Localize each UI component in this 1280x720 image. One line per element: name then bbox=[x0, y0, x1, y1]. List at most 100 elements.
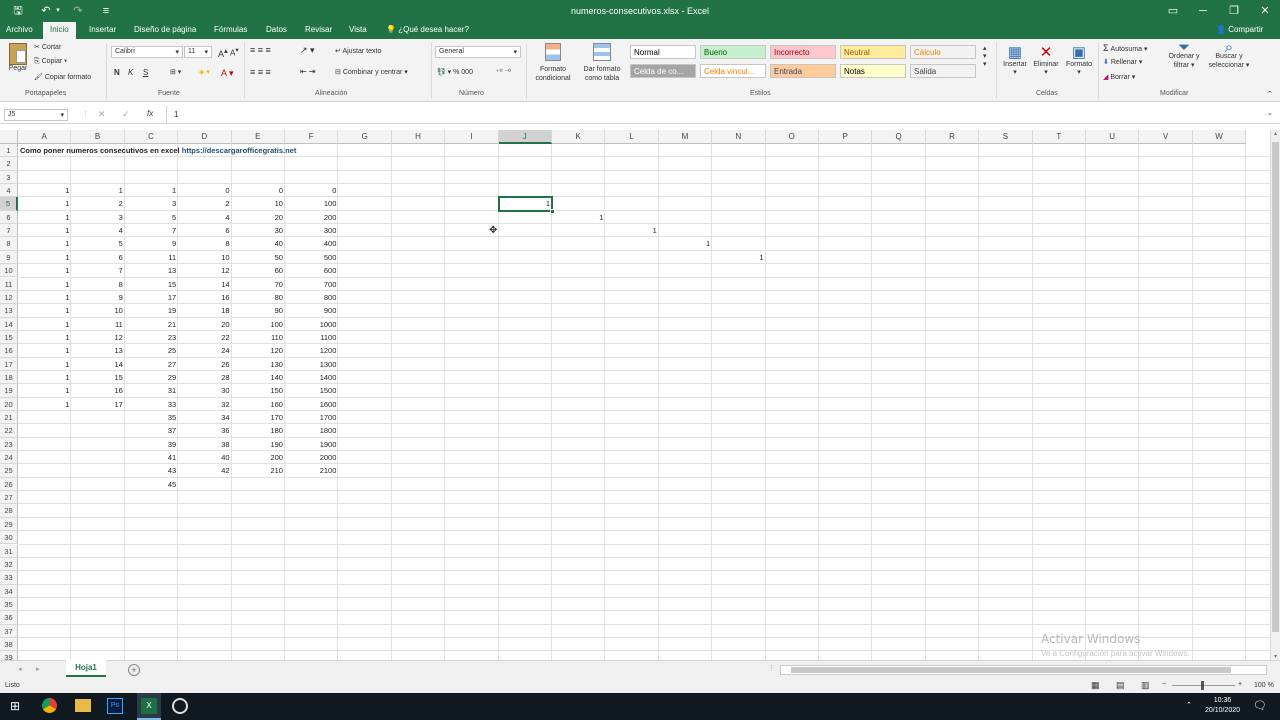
vertical-scrollbar[interactable]: ▴ ▾ bbox=[1270, 130, 1280, 660]
row-header-19[interactable]: 19 bbox=[0, 384, 18, 398]
column-header-e[interactable]: E bbox=[231, 130, 285, 144]
link-text[interactable]: https://descargarofficegratis.net bbox=[182, 146, 297, 155]
column-header-c[interactable]: C bbox=[124, 130, 179, 144]
cell-a4[interactable]: 1 bbox=[18, 184, 71, 197]
row-header-11[interactable]: 11 bbox=[0, 277, 18, 291]
share-button[interactable]: 👤 Compartir bbox=[1216, 25, 1263, 34]
excel-taskbar-button[interactable]: X bbox=[137, 693, 161, 720]
cell-style-7[interactable]: Entrada bbox=[770, 64, 836, 78]
cell-f7[interactable]: 300 bbox=[285, 224, 338, 237]
cell-c11[interactable]: 15 bbox=[125, 278, 178, 291]
column-header-l[interactable]: L bbox=[605, 130, 659, 144]
gallery-scroll-icon[interactable]: ▴ ▾ ▾ bbox=[983, 44, 987, 68]
page-break-icon[interactable]: ▥ bbox=[1141, 680, 1150, 691]
cell-e20[interactable]: 160 bbox=[232, 398, 285, 411]
cell-k6[interactable]: 1 bbox=[552, 211, 605, 224]
cell-e7[interactable]: 30 bbox=[232, 224, 285, 237]
row-header-14[interactable]: 14 bbox=[0, 317, 18, 331]
cell-f13[interactable]: 900 bbox=[285, 304, 338, 317]
prev-sheet-icon[interactable]: ◂ bbox=[18, 665, 22, 673]
row-header-9[interactable]: 9 bbox=[0, 250, 18, 265]
cell-style-1[interactable]: Bueno bbox=[700, 45, 766, 59]
column-header-s[interactable]: S bbox=[979, 130, 1033, 144]
column-header-p[interactable]: P bbox=[819, 130, 873, 144]
row-header-20[interactable]: 20 bbox=[0, 397, 18, 411]
row-header-7[interactable]: 7 bbox=[0, 224, 18, 238]
column-header-r[interactable]: R bbox=[925, 130, 980, 144]
cell-d23[interactable]: 38 bbox=[178, 438, 231, 451]
row-header-36[interactable]: 36 bbox=[0, 611, 18, 625]
h-scroll-thumb[interactable] bbox=[791, 667, 1231, 673]
cell-a15[interactable]: 1 bbox=[18, 331, 71, 344]
cell-d8[interactable]: 8 bbox=[178, 237, 231, 250]
select-all-button[interactable] bbox=[0, 130, 18, 144]
cell-c8[interactable]: 9 bbox=[125, 237, 178, 250]
cell-c18[interactable]: 29 bbox=[125, 371, 178, 384]
cell-f8[interactable]: 400 bbox=[285, 237, 338, 250]
row-header-3[interactable]: 3 bbox=[0, 170, 18, 185]
column-header-d[interactable]: D bbox=[178, 130, 232, 144]
cell-a19[interactable]: 1 bbox=[18, 384, 71, 397]
cell-b18[interactable]: 15 bbox=[71, 371, 124, 384]
cell-f19[interactable]: 1500 bbox=[285, 384, 338, 397]
cell-d7[interactable]: 6 bbox=[178, 224, 231, 237]
row-header-22[interactable]: 22 bbox=[0, 424, 18, 438]
cell-d14[interactable]: 20 bbox=[178, 318, 231, 331]
find-select-button[interactable]: ⌕ Buscar y seleccionar ▾ bbox=[1206, 40, 1252, 70]
row-header-6[interactable]: 6 bbox=[0, 210, 18, 225]
zoom-level[interactable]: 100 % bbox=[1254, 682, 1274, 689]
cell-c13[interactable]: 19 bbox=[125, 304, 178, 317]
cell-c16[interactable]: 25 bbox=[125, 344, 178, 357]
borders-icon[interactable]: ⊞ ▾ bbox=[170, 68, 181, 76]
row-header-26[interactable]: 26 bbox=[0, 477, 18, 492]
cell-d15[interactable]: 22 bbox=[178, 331, 231, 344]
cell-e6[interactable]: 20 bbox=[232, 211, 285, 224]
tell-me-search[interactable]: 💡 ¿Qué desea hacer? bbox=[386, 25, 469, 34]
italic-button[interactable]: K bbox=[128, 68, 133, 77]
photoshop-icon[interactable]: Ps bbox=[107, 698, 123, 714]
column-header-w[interactable]: W bbox=[1192, 130, 1247, 144]
orientation-icon[interactable]: ↗ ▾ bbox=[300, 45, 315, 56]
cell-f25[interactable]: 2100 bbox=[285, 464, 338, 477]
column-header-g[interactable]: G bbox=[338, 130, 392, 144]
autosum-button[interactable]: Σ Autosuma ▾ bbox=[1103, 43, 1148, 53]
cell-a5[interactable]: 1 bbox=[18, 197, 71, 210]
cell-e22[interactable]: 180 bbox=[232, 424, 285, 437]
cell-e14[interactable]: 100 bbox=[232, 318, 285, 331]
insert-cells-button[interactable]: ▦ Insertar ▾ bbox=[1000, 43, 1030, 76]
cell-e13[interactable]: 90 bbox=[232, 304, 285, 317]
cell-b4[interactable]: 1 bbox=[71, 184, 124, 197]
tab-formulas[interactable]: Fórmulas bbox=[214, 25, 247, 34]
column-header-v[interactable]: V bbox=[1139, 130, 1193, 144]
formula-input[interactable]: 1 bbox=[174, 110, 178, 119]
cell-a14[interactable]: 1 bbox=[18, 318, 71, 331]
cell-d6[interactable]: 4 bbox=[178, 211, 231, 224]
cell-b5[interactable]: 2 bbox=[71, 197, 124, 210]
row-header-28[interactable]: 28 bbox=[0, 504, 18, 518]
column-header-q[interactable]: Q bbox=[872, 130, 926, 144]
cell-d25[interactable]: 42 bbox=[178, 464, 231, 477]
column-header-m[interactable]: M bbox=[658, 130, 713, 144]
fill-color-icon[interactable]: ◈ ▾ bbox=[199, 68, 210, 76]
cell-e19[interactable]: 150 bbox=[232, 384, 285, 397]
cell-d22[interactable]: 36 bbox=[178, 424, 231, 437]
cell-b16[interactable]: 13 bbox=[71, 344, 124, 357]
row-header-12[interactable]: 12 bbox=[0, 290, 18, 305]
chrome-icon[interactable] bbox=[42, 698, 57, 713]
number-format-select[interactable]: General ▾ bbox=[435, 46, 521, 58]
row-header-21[interactable]: 21 bbox=[0, 411, 18, 425]
insert-function-icon[interactable]: fx bbox=[147, 109, 153, 118]
cell-d12[interactable]: 16 bbox=[178, 291, 231, 304]
enter-icon[interactable]: ✓ bbox=[122, 109, 130, 120]
row-header-38[interactable]: 38 bbox=[0, 637, 18, 652]
cell-a10[interactable]: 1 bbox=[18, 264, 71, 277]
cell-f15[interactable]: 1100 bbox=[285, 331, 338, 344]
row-header-15[interactable]: 15 bbox=[0, 330, 18, 345]
scroll-thumb[interactable] bbox=[1272, 142, 1279, 632]
cell-d13[interactable]: 18 bbox=[178, 304, 231, 317]
ribbon-display-button[interactable]: ▭ bbox=[1158, 0, 1188, 22]
cell-f14[interactable]: 1000 bbox=[285, 318, 338, 331]
row-header-5[interactable]: 5 bbox=[0, 197, 18, 211]
cell-c21[interactable]: 35 bbox=[125, 411, 178, 424]
column-header-t[interactable]: T bbox=[1032, 130, 1086, 144]
